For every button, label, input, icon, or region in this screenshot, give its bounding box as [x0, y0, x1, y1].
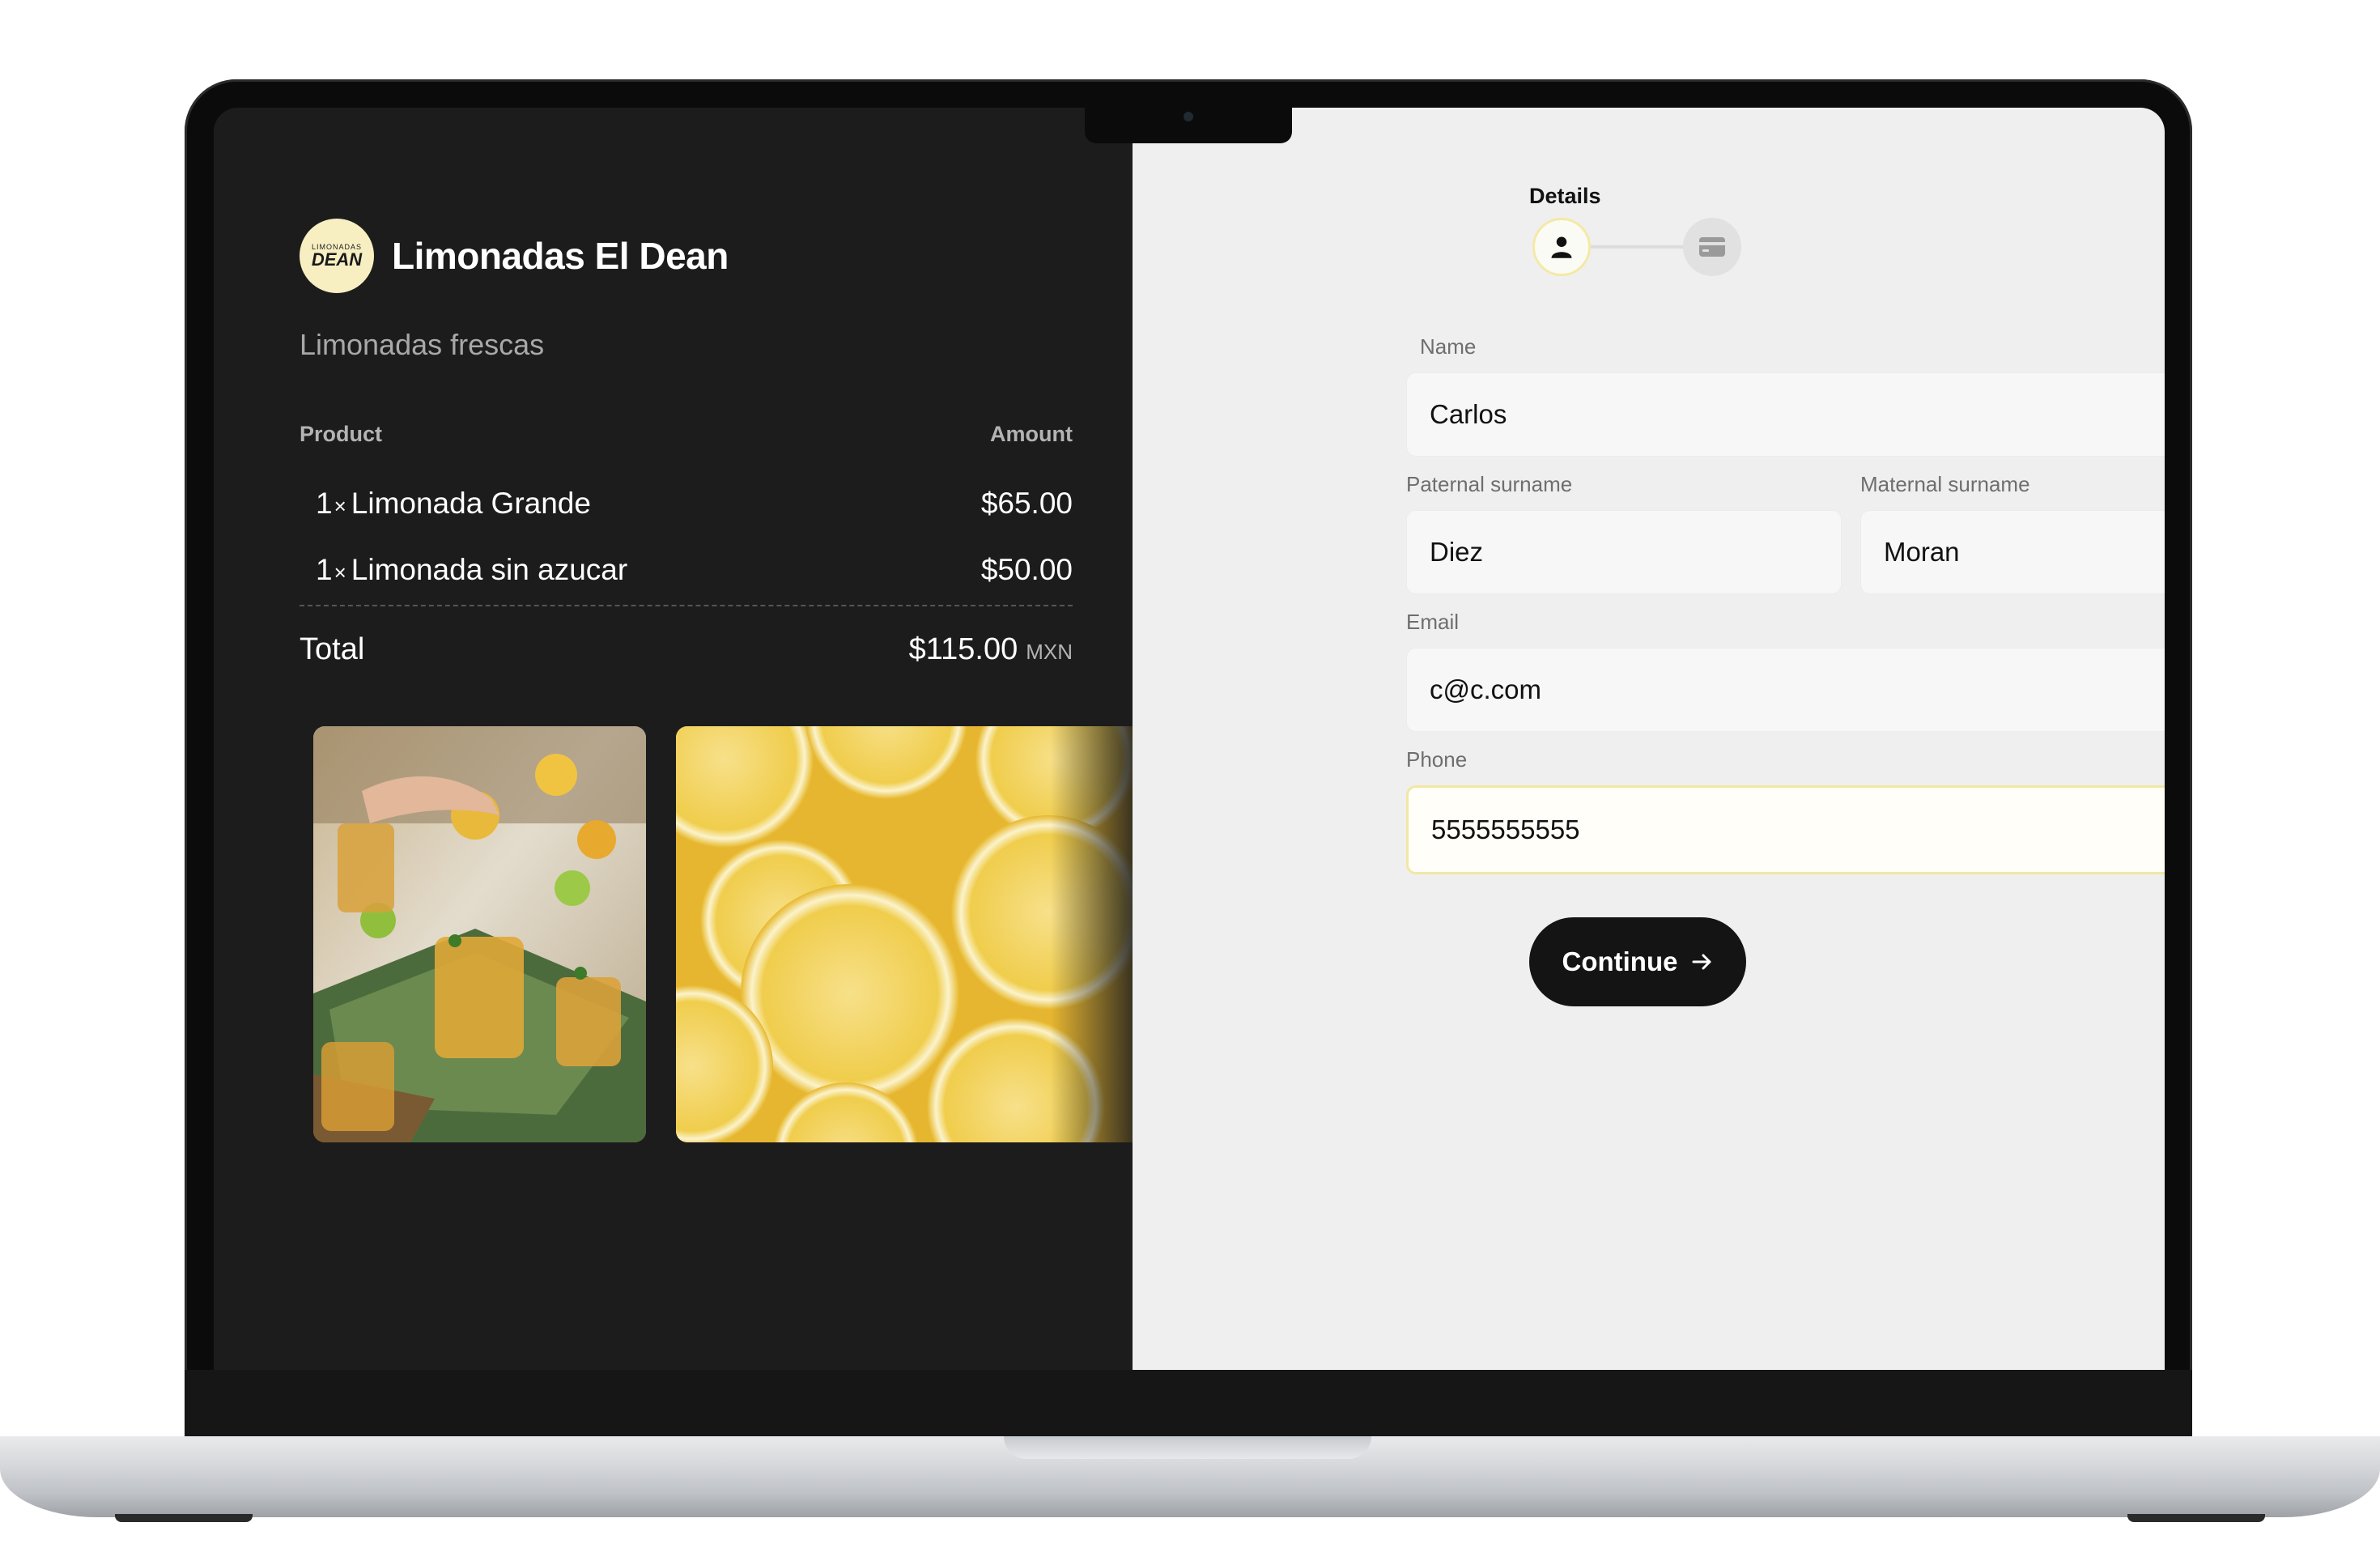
brand-header: LIMONADAS DEAN Limonadas El Dean: [300, 219, 729, 293]
checkout-form-panel: Details Name Carlos Paternal surname Die…: [1133, 108, 2165, 1370]
order-total: Total $115.00 MXN: [300, 632, 1073, 667]
logo-big-text: DEAN: [311, 249, 363, 270]
line-item-name: Limonada Grande: [351, 487, 591, 520]
step-details[interactable]: [1532, 218, 1591, 276]
times-sign: ×: [334, 494, 346, 518]
paternal-surname-field[interactable]: Diez: [1406, 510, 1842, 594]
total-divider: [300, 605, 1073, 606]
line-item-amount: $65.00: [980, 487, 1073, 520]
line-item-qty: 1: [316, 553, 333, 586]
line-item-amount: $50.00: [980, 553, 1073, 586]
email-field[interactable]: c@c.com: [1406, 648, 2165, 732]
camera-icon: [1184, 112, 1193, 121]
currency-code: MXN: [1026, 640, 1073, 664]
line-item-product: 1× Limonada Grande: [316, 487, 591, 521]
step-title: Details: [1529, 184, 1601, 208]
email-label: Email: [1406, 610, 1460, 634]
total-amount: $115.00 MXN: [909, 632, 1073, 667]
line-item: 1× Limonada Grande $65.00: [316, 483, 1073, 524]
laptop-base-notch: [1004, 1436, 1371, 1459]
line-item-qty: 1: [316, 487, 333, 520]
brand-name: Limonadas El Dean: [392, 235, 729, 277]
paternal-surname-label: Paternal surname: [1406, 472, 1573, 496]
brand-logo: LIMONADAS DEAN: [300, 219, 374, 293]
laptop-foot-left: [115, 1514, 253, 1522]
line-item: 1× Limonada sin azucar $50.00: [316, 550, 1073, 590]
product-column-header: Product: [300, 422, 383, 446]
total-value: $115.00: [908, 632, 1018, 666]
screen: LIMONADAS DEAN Limonadas El Dean Limonad…: [214, 108, 2165, 1370]
laptop-foot-right: [2127, 1514, 2265, 1522]
continue-button-label: Continue: [1562, 946, 1678, 976]
phone-label: Phone: [1406, 747, 1468, 772]
credit-card-icon: [1699, 237, 1725, 257]
phone-field[interactable]: 5555555555: [1406, 785, 2165, 874]
brand-tagline: Limonadas frescas: [300, 328, 545, 361]
line-item-product: 1× Limonada sin azucar: [316, 553, 627, 587]
amount-column-header: Amount: [990, 422, 1073, 446]
product-image-lemon-slices: [676, 726, 1133, 1142]
maternal-surname-field[interactable]: Moran: [1860, 510, 2165, 594]
order-summary-panel: LIMONADAS DEAN Limonadas El Dean Limonad…: [214, 108, 1133, 1370]
maternal-surname-label: Maternal surname: [1860, 472, 2030, 496]
name-label: Name: [1420, 334, 1477, 359]
name-field[interactable]: Carlos: [1406, 372, 2165, 457]
total-label: Total: [300, 632, 365, 666]
times-sign: ×: [334, 560, 346, 585]
product-image-lemonade-glasses: [313, 726, 646, 1142]
continue-button[interactable]: Continue: [1529, 917, 1746, 1006]
person-icon: [1551, 236, 1572, 258]
laptop-bezel: [185, 1370, 2192, 1443]
line-item-name: Limonada sin azucar: [351, 553, 628, 586]
step-connector: [1591, 245, 1683, 249]
arrow-right-icon: [1692, 954, 1711, 970]
step-payment[interactable]: [1683, 218, 1741, 276]
